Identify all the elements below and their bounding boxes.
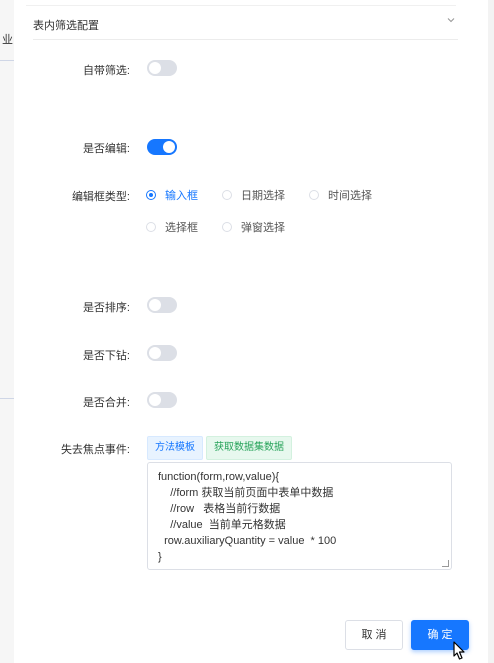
radio-dot <box>222 190 232 200</box>
radio-label: 选择框 <box>165 222 198 234</box>
editable-label: 是否编辑: <box>82 143 130 155</box>
radio-label: 弹窗选择 <box>241 222 285 234</box>
code-line: function(form,row,value){ <box>158 471 280 483</box>
mergeable-label: 是否合并: <box>82 397 130 409</box>
code-line: row.auxiliaryQuantity = value * 100 <box>158 535 337 547</box>
editable-switch[interactable] <box>147 139 177 155</box>
radio-label: 日期选择 <box>241 190 285 202</box>
sortable-label: 是否排序: <box>82 302 130 314</box>
radio-dot <box>146 190 156 200</box>
code-line: } <box>158 551 162 563</box>
resize-handle-icon[interactable] <box>442 560 449 567</box>
builtin-filter-switch[interactable] <box>147 60 177 76</box>
mouse-pointer-icon <box>453 641 465 660</box>
background-right-strip <box>488 0 494 663</box>
background-text-fragment: 业 <box>2 34 13 46</box>
dialog-top-edge <box>26 0 456 6</box>
method-template-tag[interactable]: 方法模板 <box>147 436 203 460</box>
radio-dot <box>222 222 232 232</box>
blur-event-code-editor[interactable]: function(form,row,value){ //form 获取当前页面中… <box>147 462 452 570</box>
mergeable-switch[interactable] <box>147 392 177 408</box>
radio-dot <box>309 190 319 200</box>
code-line: //value 当前单元格数据 <box>158 519 286 531</box>
radio-input-box[interactable]: 输入框 <box>146 187 198 203</box>
chevron-down-icon[interactable] <box>446 15 456 25</box>
cancel-button[interactable]: 取 消 <box>345 620 403 650</box>
drilldown-switch[interactable] <box>147 345 177 361</box>
code-line: //form 获取当前页面中表单中数据 <box>158 487 334 499</box>
background-left-strip <box>0 0 14 663</box>
drilldown-label: 是否下钻: <box>82 350 130 362</box>
radio-popup-select[interactable]: 弹窗选择 <box>222 219 285 235</box>
radio-label: 时间选择 <box>328 190 372 202</box>
sortable-switch[interactable] <box>147 297 177 313</box>
builtin-filter-label: 自带筛选: <box>82 65 130 77</box>
fetch-dataset-tag[interactable]: 获取数据集数据 <box>206 436 292 460</box>
section-title: 表内筛选配置 <box>33 20 99 32</box>
radio-select-box[interactable]: 选择框 <box>146 219 198 235</box>
code-line: //row 表格当前行数据 <box>158 503 281 515</box>
section-divider <box>33 39 458 40</box>
radio-label: 输入框 <box>165 190 198 202</box>
radio-dot <box>146 222 156 232</box>
editor-type-label: 编辑框类型: <box>71 191 130 203</box>
radio-date-picker[interactable]: 日期选择 <box>222 187 285 203</box>
radio-time-picker[interactable]: 时间选择 <box>309 187 372 203</box>
blur-event-label: 失去焦点事件: <box>60 444 130 456</box>
